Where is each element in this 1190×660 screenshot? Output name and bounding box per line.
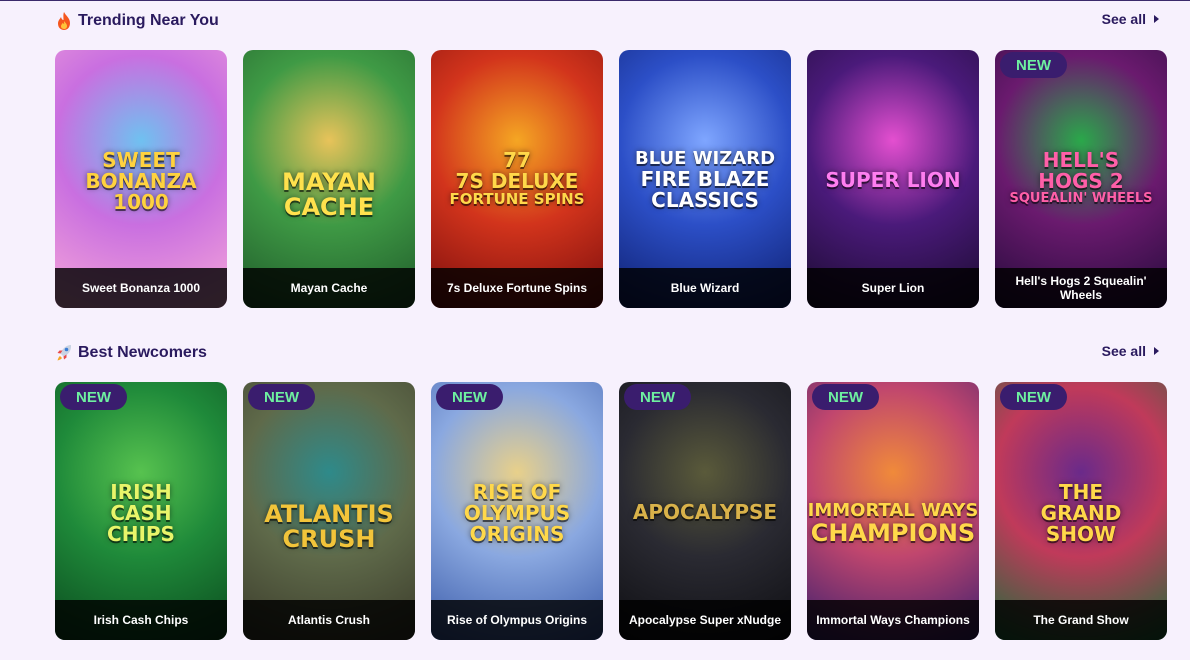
game-title: Hell's Hogs 2 Squealin' Wheels [995,268,1167,308]
game-logo-line: 77 [503,148,531,172]
new-badge: NEW [624,384,691,410]
game-logo-line: Cache [283,193,375,222]
game-logo-line: Mayan [282,168,376,196]
game-card[interactable]: Super Lion Super Lion [807,50,979,308]
game-logo-line: Apocalypse [632,500,778,524]
game-logo-line: Hell's [1042,148,1120,172]
game-logo-line: Grand [1040,501,1122,525]
game-logo-line: Super Lion [825,168,961,192]
game-logo-line: Squealin' Wheels [1009,191,1153,206]
game-title: Super Lion [807,268,979,308]
game-logo-line: Sweet [102,148,180,172]
caret-right-icon [1154,15,1159,23]
game-logo: Blue Wizard Fire Blaze Classics [619,149,791,212]
game-logo-line: Irish [110,480,172,504]
game-card[interactable]: Atlantis Crush NEW Atlantis Crush [243,382,415,640]
section-header: Trending Near You See all [55,11,1165,35]
game-logo-line: Fortune Spins [449,190,585,208]
section-title: Trending Near You [55,11,219,31]
game-logo-line: Atlantis [264,500,394,528]
game-title: Sweet Bonanza 1000 [55,268,227,308]
game-logo-line: 7s Deluxe [455,169,579,193]
game-logo: Sweet Bonanza 1000 [55,150,227,213]
game-card[interactable]: Apocalypse NEW Apocalypse Super xNudge [619,382,791,640]
game-logo-line: Hogs 2 [1038,169,1124,193]
game-logo-line: Show [1045,522,1117,546]
game-logo-line: Cash [110,501,172,525]
game-title: Irish Cash Chips [55,600,227,640]
top-divider [0,0,1190,1]
new-badge: NEW [812,384,879,410]
game-card[interactable]: Blue Wizard Fire Blaze Classics Blue Wizard [619,50,791,308]
game-logo-line: Fire Blaze [640,166,770,191]
game-logo-line: Crush [282,525,376,554]
game-logo: Atlantis Crush [243,500,415,554]
game-title: Immortal Ways Champions [807,600,979,640]
game-card[interactable]: Immortal Ways Champions NEW Immortal Ways C… [807,382,979,640]
game-row: Irish Cash Chips NEW Irish Cash Chips Atlanti… [55,382,1167,640]
caret-right-icon [1154,347,1159,355]
game-logo-line: Olympus [463,501,571,525]
new-badge: NEW [436,384,503,410]
game-logo: 77 7s Deluxe Fortune Spins [431,150,603,208]
game-title: Mayan Cache [243,268,415,308]
game-logo: Irish Cash Chips [55,482,227,545]
game-title: 7s Deluxe Fortune Spins [431,268,603,308]
game-title: Apocalypse Super xNudge [619,600,791,640]
game-title: Rise of Olympus Origins [431,600,603,640]
new-badge: NEW [60,384,127,410]
game-logo: Mayan Cache [243,168,415,222]
game-title: Blue Wizard [619,268,791,308]
game-title: The Grand Show [995,600,1167,640]
fire-icon [58,12,70,30]
game-logo-line: Champions [810,518,976,547]
new-badge: NEW [248,384,315,410]
game-title: Atlantis Crush [243,600,415,640]
see-all-label: See all [1101,343,1146,359]
new-badge: NEW [1000,384,1067,410]
game-logo: Hell's Hogs 2 Squealin' Wheels [995,150,1167,206]
game-logo: Apocalypse [619,502,791,523]
game-logo: Super Lion [807,170,979,191]
game-logo: Rise of Olympus Origins [431,482,603,545]
game-card[interactable]: Rise of Olympus Origins NEW Rise of Olympus … [431,382,603,640]
section-header: Best Newcomers See all [55,343,1165,367]
game-card[interactable]: 77 7s Deluxe Fortune Spins 7s Deluxe Fortun… [431,50,603,308]
game-logo-line: Chips [107,522,175,546]
game-card[interactable]: Sweet Bonanza 1000 Sweet Bonanza 1000 [55,50,227,308]
game-logo-line: The [1058,480,1104,504]
game-card[interactable]: Irish Cash Chips NEW Irish Cash Chips [55,382,227,640]
section-title-label: Trending Near You [78,12,219,29]
section-title-label: Best Newcomers [78,344,207,361]
see-all-link[interactable]: See all [1102,11,1159,27]
game-row: Sweet Bonanza 1000 Sweet Bonanza 1000 Mayan C… [55,50,1167,308]
game-card[interactable]: Hell's Hogs 2 Squealin' Wheels NEW Hell's Ho… [995,50,1167,308]
game-logo-line: Origins [469,522,565,546]
rocket-icon [57,345,72,361]
game-logo: The Grand Show [995,482,1167,545]
game-logo-line: Rise of [472,480,562,504]
game-logo-line: Bonanza [85,169,197,193]
game-logo: Immortal Ways Champions [807,501,979,547]
game-card[interactable]: Mayan Cache Mayan Cache [243,50,415,308]
section-title: Best Newcomers [55,343,207,363]
game-card[interactable]: The Grand Show NEW The Grand Show [995,382,1167,640]
game-logo-line: 1000 [113,190,169,214]
see-all-link[interactable]: See all [1102,343,1159,359]
new-badge: NEW [1000,52,1067,78]
game-logo-line: Classics [651,187,759,212]
see-all-label: See all [1101,11,1146,27]
